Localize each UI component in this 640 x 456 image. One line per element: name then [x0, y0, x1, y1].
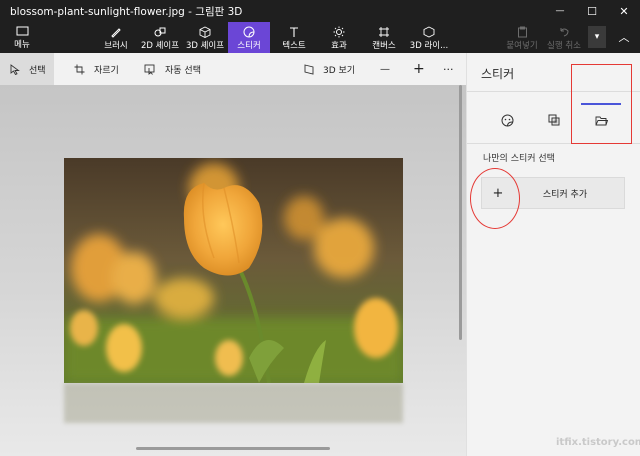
canvas-icon: [378, 24, 390, 38]
magic-select-tool[interactable]: 자동 선택: [144, 53, 201, 85]
shapes-3d-label: 3D 셰이프: [185, 41, 225, 51]
add-sticker-label: 스티커 추가: [542, 189, 588, 200]
library-3d-label: 3D 라이...: [409, 41, 449, 51]
shapes-2d-icon: [154, 24, 167, 38]
textures-icon: [548, 114, 559, 125]
section-label: 나만의 스티커 선택: [483, 154, 555, 164]
menu-button[interactable]: 메뉴: [4, 22, 40, 53]
ellipsis-icon: ···: [443, 62, 454, 76]
stickers-tool[interactable]: 스티커: [228, 22, 270, 53]
effects-tool[interactable]: 효과: [328, 22, 350, 53]
canvas-reflection: [64, 383, 403, 423]
crop-tool[interactable]: 자르기: [74, 53, 119, 85]
minimize-button[interactable]: —: [544, 0, 576, 22]
chevron-down-icon: ▾: [594, 32, 600, 42]
magic-select-label: 자동 선택: [165, 65, 201, 76]
brush-icon: [110, 24, 122, 38]
tab-stickers[interactable]: [487, 103, 527, 137]
annotation-oval: [470, 168, 520, 229]
annotation-rectangle: [571, 64, 632, 144]
text-label: 텍스트: [282, 41, 306, 51]
view-3d-label: 3D 보기: [323, 65, 356, 76]
folder-icon: [16, 26, 28, 35]
tab-textures[interactable]: [534, 103, 574, 137]
minus-icon: —: [380, 63, 390, 75]
clipboard-icon: [517, 24, 528, 38]
title-bar: blossom-plant-sunlight-flower.jpg - 그림판 …: [0, 0, 640, 22]
horizontal-scrollbar[interactable]: [136, 447, 330, 450]
close-button[interactable]: ✕: [608, 0, 640, 22]
cursor-icon: [10, 63, 20, 75]
vertical-scrollbar[interactable]: [459, 85, 462, 340]
more-commands-button[interactable]: ▾: [588, 26, 606, 48]
view-3d-icon: [304, 63, 314, 75]
maximize-button[interactable]: ☐: [576, 0, 608, 22]
undo-icon: [558, 24, 570, 38]
chevron-up-icon: ︿: [618, 31, 630, 44]
text-icon: [288, 24, 300, 38]
crop-icon: [74, 64, 85, 75]
shapes-3d-tool[interactable]: 3D 셰이프: [185, 22, 225, 53]
undo-button[interactable]: 실행 취소: [545, 22, 583, 53]
shapes-2d-tool[interactable]: 2D 셰이프: [140, 22, 180, 53]
canvas-image[interactable]: [64, 158, 403, 383]
shapes-2d-label: 2D 셰이프: [140, 41, 180, 51]
brushes-label: 브러시: [104, 41, 128, 51]
sticker-icon: [243, 24, 255, 38]
selection-toolbar: 선택 자르기 자동 선택 3D 보기 — + ···: [0, 53, 466, 85]
zoom-in-button[interactable]: +: [413, 53, 425, 85]
sticker-face-icon: [501, 114, 513, 126]
stickers-label: 스티커: [237, 41, 261, 51]
library-3d-tool[interactable]: 3D 라이...: [409, 22, 449, 53]
undo-label: 실행 취소: [547, 41, 581, 51]
menu-label: 메뉴: [14, 39, 30, 50]
brushes-tool[interactable]: 브러시: [103, 22, 129, 53]
panel-title: 스티커: [481, 67, 515, 81]
canvas-workspace[interactable]: [0, 85, 466, 456]
paste-label: 붙여넣기: [506, 41, 538, 51]
canvas-label: 캔버스: [372, 41, 396, 51]
more-options-button[interactable]: ···: [443, 53, 454, 85]
zoom-out-button[interactable]: —: [380, 53, 390, 85]
library-icon: [423, 24, 435, 38]
command-bar: 메뉴 브러시 2D 셰이프 3D 셰이프 스티커 텍스트 효과 캔버스 3D 라…: [0, 22, 640, 53]
cube-icon: [199, 24, 211, 38]
watermark: itfix.tistory.com: [556, 437, 640, 448]
text-tool[interactable]: 텍스트: [280, 22, 308, 53]
magic-select-icon: [144, 64, 156, 75]
sun-icon: [333, 24, 345, 38]
crop-label: 자르기: [94, 65, 119, 76]
collapse-ribbon-button[interactable]: ︿: [614, 26, 634, 48]
select-tool[interactable]: 선택: [0, 53, 54, 85]
paste-button[interactable]: 붙여넣기: [505, 22, 539, 53]
window-title: blossom-plant-sunlight-flower.jpg - 그림판 …: [10, 5, 243, 18]
effects-label: 효과: [331, 41, 347, 51]
canvas-tool[interactable]: 캔버스: [369, 22, 399, 53]
view-3d-button[interactable]: 3D 보기: [304, 53, 355, 85]
plus-icon: +: [413, 61, 425, 77]
select-label: 선택: [29, 65, 46, 76]
